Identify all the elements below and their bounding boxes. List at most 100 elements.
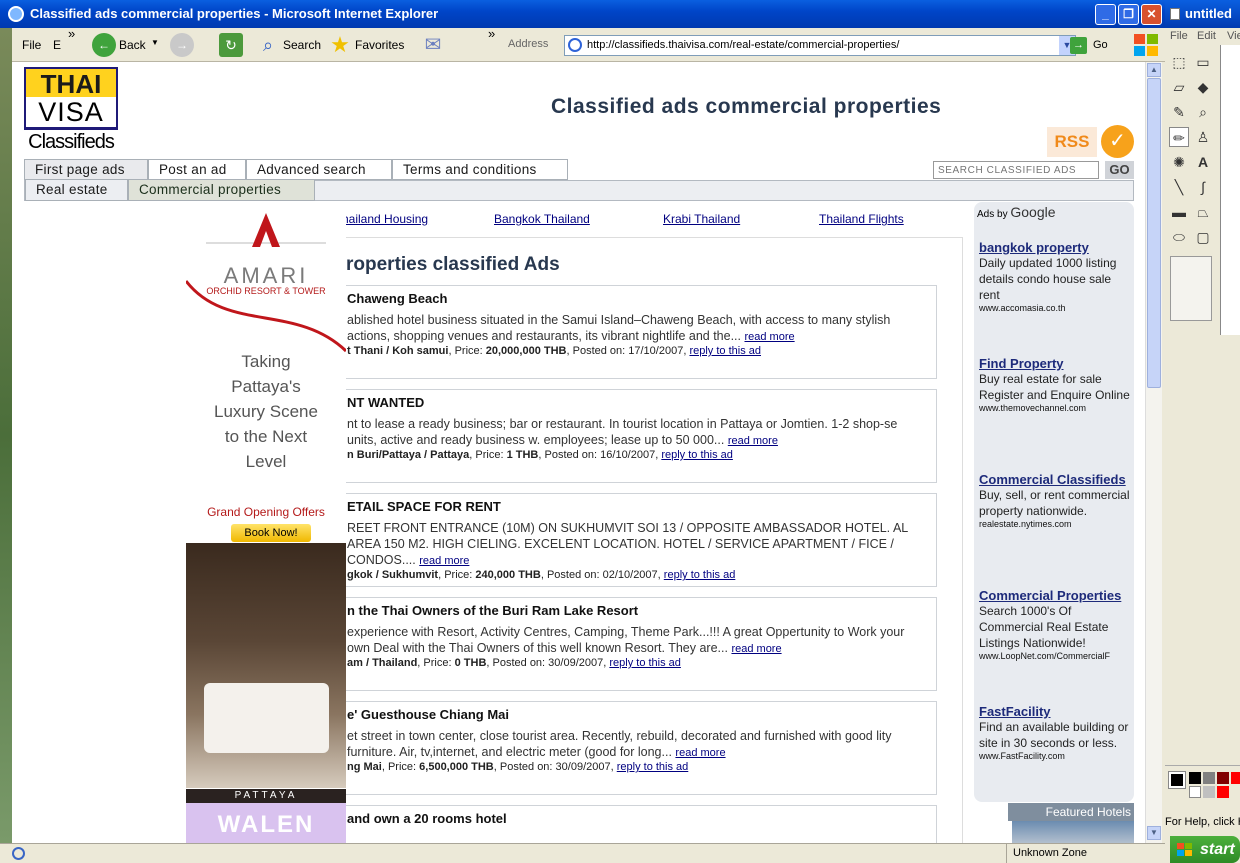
scroll-thumb[interactable] bbox=[1147, 78, 1161, 388]
google-ad-item[interactable]: FastFacility Find an available building … bbox=[979, 704, 1131, 761]
tab-real-estate[interactable]: Real estate bbox=[25, 180, 128, 201]
paint-app-icon bbox=[1170, 8, 1180, 20]
favorites-button[interactable]: Favorites bbox=[355, 38, 404, 52]
read-more-link[interactable]: read more bbox=[728, 435, 778, 447]
refresh-icon[interactable]: ↻ bbox=[219, 33, 243, 57]
page-title: Classified ads commercial properties bbox=[551, 95, 942, 118]
paint-canvas[interactable] bbox=[1220, 45, 1240, 335]
google-ad-item[interactable]: Commercial Properties Search 1000's Of C… bbox=[979, 588, 1131, 661]
ad-description: et street in town center, close tourist … bbox=[347, 729, 892, 759]
back-dropdown-icon[interactable]: ▼ bbox=[151, 38, 159, 47]
ad-listing: NT WANTED nt to lease a ready business; … bbox=[340, 389, 937, 483]
palette-black[interactable] bbox=[1189, 772, 1201, 784]
palette-white[interactable] bbox=[1189, 786, 1201, 798]
paint-window-title: untitled bbox=[1185, 6, 1232, 21]
eraser-icon[interactable]: ▱ bbox=[1169, 77, 1189, 97]
search-go-button[interactable]: GO bbox=[1105, 161, 1134, 179]
ad-title[interactable]: n the Thai Owners of the Buri Ram Lake R… bbox=[347, 603, 638, 618]
tab-terms[interactable]: Terms and conditions bbox=[392, 159, 568, 180]
reply-link[interactable]: reply to this ad bbox=[661, 449, 733, 461]
favorites-star-icon[interactable]: ★ bbox=[328, 33, 352, 57]
rounded-rect-icon[interactable]: ▢ bbox=[1193, 227, 1213, 247]
text-tool-icon[interactable]: A bbox=[1193, 152, 1213, 172]
amari-banner-ad[interactable]: AMARI ORCHID RESORT & TOWER Taking Patta… bbox=[186, 203, 346, 803]
airbrush-icon[interactable]: ✺ bbox=[1169, 152, 1189, 172]
rss-badge[interactable]: RSS ✓ bbox=[1047, 125, 1135, 158]
checkmark-icon: ✓ bbox=[1101, 125, 1134, 158]
tab-advanced-search[interactable]: Advanced search bbox=[246, 159, 392, 180]
menu-overflow-chevron[interactable]: » bbox=[68, 26, 75, 41]
rect-select-icon[interactable]: ▭ bbox=[1193, 52, 1213, 72]
search-classifieds-input[interactable] bbox=[933, 161, 1099, 179]
line-icon[interactable]: ╲ bbox=[1169, 177, 1189, 197]
ad-title[interactable]: NT WANTED bbox=[347, 395, 424, 410]
tab-post-an-ad[interactable]: Post an ad bbox=[148, 159, 246, 180]
read-more-link[interactable]: read more bbox=[419, 555, 469, 567]
palette-gray[interactable] bbox=[1203, 772, 1215, 784]
back-arrow-icon[interactable]: ← bbox=[92, 33, 116, 57]
reply-link[interactable]: reply to this ad bbox=[689, 345, 761, 357]
palette-silver[interactable] bbox=[1203, 786, 1215, 798]
reply-link[interactable]: reply to this ad bbox=[609, 657, 681, 669]
google-ad-item[interactable]: Find Property Buy real estate for sale R… bbox=[979, 356, 1131, 413]
book-now-button[interactable]: Book Now! bbox=[231, 524, 311, 542]
ad-title[interactable]: Chaweng Beach bbox=[347, 291, 447, 306]
page-scrollbar[interactable]: ▲ ▼ bbox=[1145, 62, 1162, 843]
forward-arrow-icon[interactable]: → bbox=[170, 33, 194, 57]
ad-title[interactable]: e' Guesthouse Chiang Mai bbox=[347, 707, 509, 722]
link-bangkok-thailand[interactable]: Bangkok Thailand bbox=[494, 212, 590, 226]
thaivisa-logo[interactable]: THAI VISA Classifieds bbox=[24, 67, 118, 155]
paint-menu-edit[interactable]: Edit bbox=[1197, 30, 1216, 42]
palette-red2[interactable] bbox=[1217, 786, 1229, 798]
scroll-up-icon[interactable]: ▲ bbox=[1147, 63, 1161, 77]
close-button[interactable]: ✕ bbox=[1141, 4, 1162, 25]
menu-file[interactable]: File bbox=[22, 38, 41, 52]
featured-hotels-header: Featured Hotels bbox=[1008, 803, 1134, 821]
ellipse-icon[interactable]: ⬭ bbox=[1169, 227, 1189, 247]
link-krabi-thailand[interactable]: Krabi Thailand bbox=[663, 212, 740, 226]
search-button[interactable]: Search bbox=[283, 38, 321, 52]
scroll-down-icon[interactable]: ▼ bbox=[1147, 826, 1161, 840]
palette-maroon[interactable] bbox=[1217, 772, 1229, 784]
magnifier-icon[interactable]: ⌕ bbox=[1193, 102, 1213, 122]
address-bar[interactable]: http://classifieds.thaivisa.com/real-est… bbox=[564, 35, 1076, 56]
ad-title[interactable]: and own a 20 rooms hotel bbox=[347, 811, 507, 826]
back-button[interactable]: Back bbox=[119, 38, 146, 52]
rectangle-icon[interactable]: ▬ bbox=[1169, 202, 1189, 222]
web-page: THAI VISA Classifieds Classified ads com… bbox=[12, 62, 1145, 843]
reply-link[interactable]: reply to this ad bbox=[617, 761, 689, 773]
google-ad-item[interactable]: Commercial Classifieds Buy, sell, or ren… bbox=[979, 472, 1131, 529]
read-more-link[interactable]: read more bbox=[675, 747, 725, 759]
tab-first-page-ads[interactable]: First page ads bbox=[24, 159, 148, 180]
mail-icon[interactable]: ✉ bbox=[421, 33, 445, 57]
curve-icon[interactable]: ∫ bbox=[1193, 177, 1213, 197]
fill-icon[interactable]: ◆ bbox=[1193, 77, 1213, 97]
go-button[interactable]: Go bbox=[1093, 39, 1108, 51]
reply-link[interactable]: reply to this ad bbox=[664, 569, 736, 581]
read-more-link[interactable]: read more bbox=[731, 643, 781, 655]
google-ad-item[interactable]: bangkok property Daily updated 1000 list… bbox=[979, 240, 1131, 313]
read-more-link[interactable]: read more bbox=[744, 331, 794, 343]
brush-icon[interactable]: ♙ bbox=[1193, 127, 1213, 147]
restore-button[interactable]: ❐ bbox=[1118, 4, 1139, 25]
polygon-icon[interactable]: ⏢ bbox=[1193, 202, 1213, 222]
pencil-icon[interactable]: ✏ bbox=[1169, 127, 1189, 147]
toolbar-overflow-chevron[interactable]: » bbox=[488, 26, 495, 41]
walen-banner-ad[interactable]: WALEN bbox=[186, 803, 346, 843]
paint-menu-file[interactable]: File bbox=[1170, 30, 1188, 42]
minimize-button[interactable]: _ bbox=[1095, 4, 1116, 25]
link-thailand-housing[interactable]: hailand Housing bbox=[342, 212, 428, 226]
tab-commercial-properties[interactable]: Commercial properties bbox=[128, 180, 315, 201]
go-arrow-icon[interactable]: → bbox=[1070, 37, 1087, 54]
ad-title[interactable]: ETAIL SPACE FOR RENT bbox=[347, 499, 501, 514]
menu-edit[interactable]: E bbox=[53, 38, 61, 52]
featured-hotel-image[interactable] bbox=[1012, 821, 1134, 843]
palette-red[interactable] bbox=[1231, 772, 1240, 784]
tool-options-box[interactable] bbox=[1170, 256, 1212, 321]
paint-menu-view[interactable]: Vie bbox=[1227, 30, 1240, 42]
fg-color[interactable] bbox=[1168, 771, 1186, 789]
color-picker-icon[interactable]: ✎ bbox=[1169, 102, 1189, 122]
free-select-icon[interactable]: ⬚ bbox=[1169, 52, 1189, 72]
search-icon[interactable]: ⌕ bbox=[256, 33, 280, 57]
link-thailand-flights[interactable]: Thailand Flights bbox=[819, 212, 904, 226]
